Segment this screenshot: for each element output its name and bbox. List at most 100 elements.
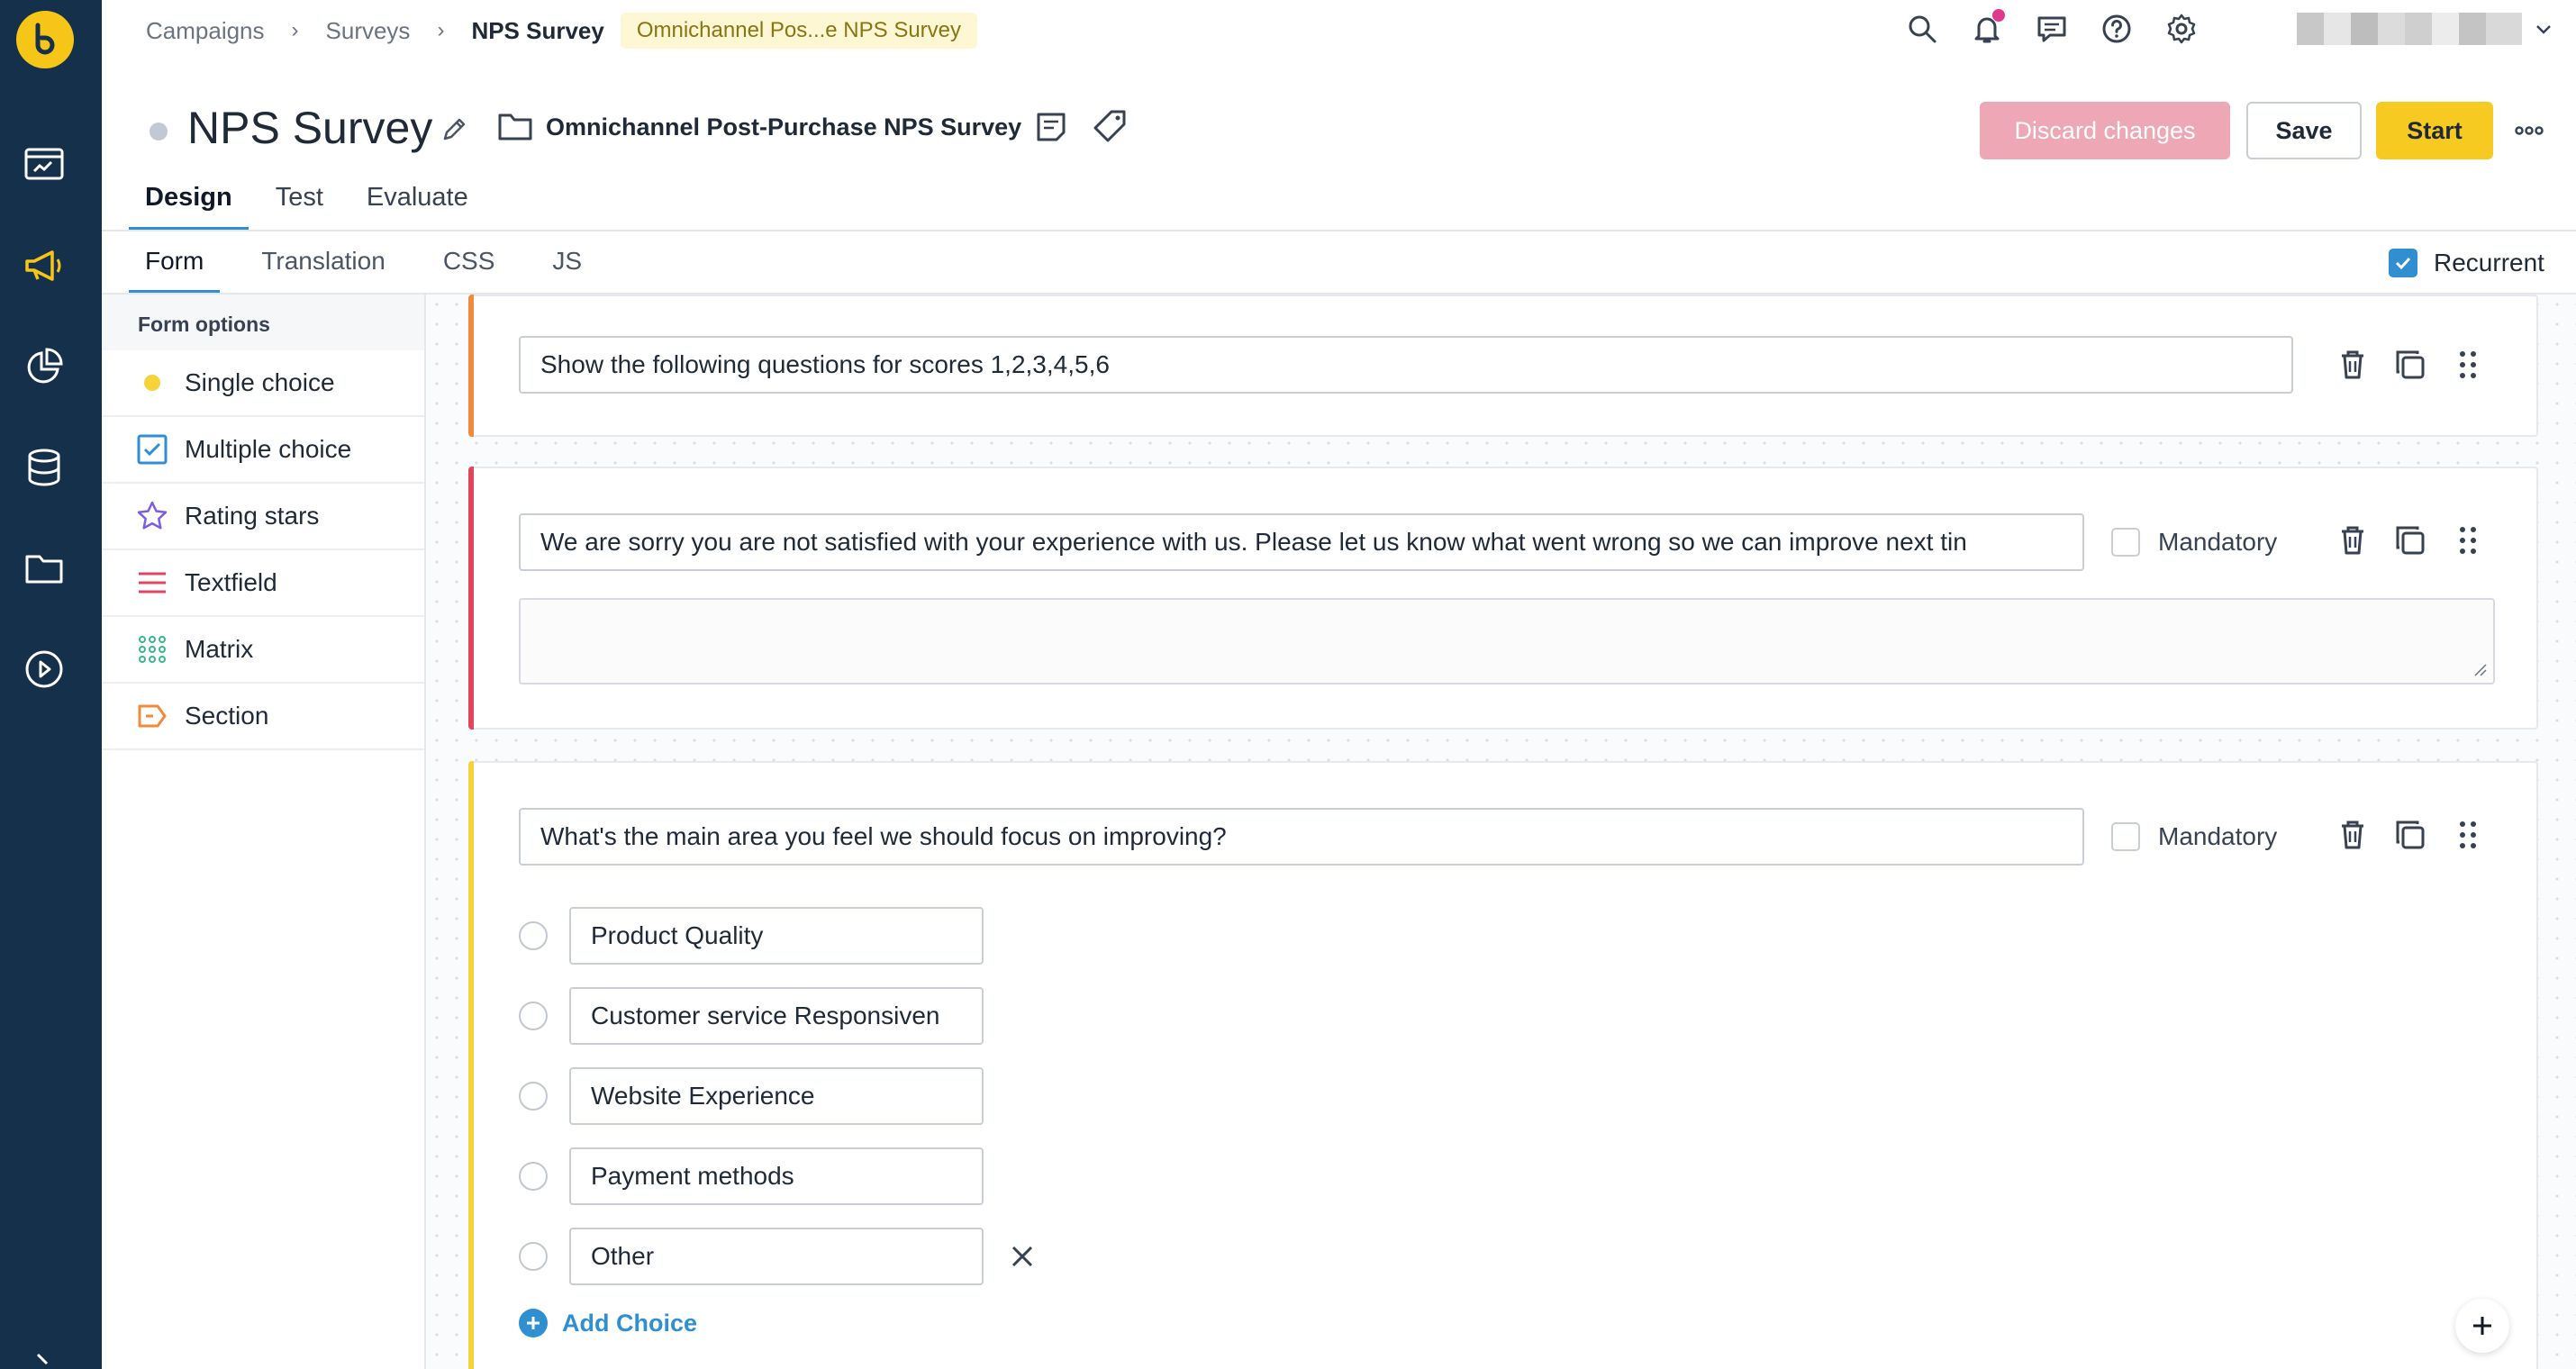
folder-name[interactable]: Omnichannel Post-Purchase NPS Survey xyxy=(546,110,1021,144)
logo-b-icon xyxy=(35,23,55,55)
pencil-icon[interactable] xyxy=(440,113,470,144)
choice-input[interactable]: Website Experience xyxy=(569,1067,984,1125)
form-options-panel: Form options Single choice Multiple choi… xyxy=(102,295,426,1369)
user-avatar[interactable] xyxy=(2297,13,2522,45)
left-nav-rail xyxy=(0,0,102,1369)
top-toolbar xyxy=(1906,9,2198,49)
mandatory-label: Mandatory xyxy=(2158,822,2278,850)
campaigns-megaphone-icon[interactable] xyxy=(22,243,67,288)
duplicate-icon[interactable] xyxy=(2392,347,2428,383)
card-accent xyxy=(468,761,474,1369)
option-label: Multiple choice xyxy=(185,435,352,463)
trash-icon[interactable] xyxy=(2335,817,2371,853)
option-label: Section xyxy=(185,702,269,730)
drag-handle-icon[interactable] xyxy=(2450,817,2486,853)
choice-input[interactable]: Other xyxy=(569,1228,984,1285)
drag-handle-icon[interactable] xyxy=(2450,522,2486,558)
option-rating-stars[interactable]: Rating stars xyxy=(102,484,424,550)
section-condition-input[interactable]: Show the following questions for scores … xyxy=(519,336,2293,394)
option-label: Rating stars xyxy=(185,502,320,530)
recurrent-toggle[interactable]: Recurrent xyxy=(2389,245,2544,281)
discard-changes-button[interactable]: Discard changes xyxy=(1980,102,2230,159)
option-textfield[interactable]: Textfield xyxy=(102,550,424,617)
start-button[interactable]: Start xyxy=(2376,102,2493,159)
subtab-js[interactable]: JS xyxy=(536,238,598,294)
subtab-css[interactable]: CSS xyxy=(427,238,512,294)
option-matrix[interactable]: Matrix xyxy=(102,617,424,684)
choice-radio[interactable] xyxy=(519,921,548,950)
mandatory-toggle[interactable]: Mandatory xyxy=(2111,819,2277,855)
tag-icon[interactable] xyxy=(1092,108,1128,144)
add-question-button[interactable] xyxy=(2455,1299,2509,1353)
recurrent-checkbox[interactable] xyxy=(2389,249,2417,277)
mandatory-label: Mandatory xyxy=(2158,528,2278,556)
chevron-down-icon[interactable] xyxy=(2533,18,2554,40)
tab-test[interactable]: Test xyxy=(259,177,340,231)
single-choice-dot-icon xyxy=(136,367,168,399)
card-accent xyxy=(468,467,474,730)
database-icon[interactable] xyxy=(22,445,67,490)
choice-input[interactable]: Customer service Responsiven xyxy=(569,987,984,1045)
choice-input[interactable]: Payment methods xyxy=(569,1147,984,1205)
main-tabs: Design Test Evaluate xyxy=(129,177,495,231)
chevron-right-icon: › xyxy=(437,18,445,42)
help-icon[interactable] xyxy=(2100,13,2133,45)
mandatory-checkbox[interactable] xyxy=(2111,528,2140,557)
recurrent-label: Recurrent xyxy=(2434,249,2544,277)
breadcrumb-surveys[interactable]: Surveys xyxy=(326,17,411,45)
question-input[interactable]: We are sorry you are not satisfied with … xyxy=(519,513,2084,571)
folder-icon[interactable] xyxy=(497,110,533,142)
choice-radio[interactable] xyxy=(519,1082,548,1111)
survey-name-pill: Omnichannel Pos...e NPS Survey xyxy=(620,13,978,49)
matrix-grid-icon xyxy=(136,633,168,666)
messages-icon[interactable] xyxy=(2036,13,2068,45)
plus-icon xyxy=(2473,1317,2491,1335)
section-tag-icon xyxy=(136,700,168,732)
expand-chevron-icon[interactable] xyxy=(31,1351,58,1369)
play-circle-icon[interactable] xyxy=(22,647,67,692)
question-input[interactable]: What's the main area you feel we should … xyxy=(519,808,2084,866)
drag-handle-icon[interactable] xyxy=(2450,347,2486,383)
choice-radio[interactable] xyxy=(519,1162,548,1191)
option-section[interactable]: Section xyxy=(102,684,424,750)
save-button[interactable]: Save xyxy=(2246,102,2362,159)
add-choice-button[interactable]: Add Choice xyxy=(519,1307,697,1339)
tabs-divider xyxy=(102,230,2576,231)
option-single-choice[interactable]: Single choice xyxy=(102,350,424,417)
mandatory-checkbox[interactable] xyxy=(2111,822,2140,851)
duplicate-icon[interactable] xyxy=(2392,522,2428,558)
trash-icon[interactable] xyxy=(2335,522,2371,558)
breadcrumb-current: NPS Survey xyxy=(471,16,604,44)
tab-design[interactable]: Design xyxy=(129,177,249,231)
notes-icon[interactable] xyxy=(1034,110,1068,144)
subtab-translation[interactable]: Translation xyxy=(245,238,401,294)
bell-icon[interactable] xyxy=(1971,9,2005,45)
trash-icon[interactable] xyxy=(2335,347,2371,383)
choice-radio[interactable] xyxy=(519,1002,548,1030)
mandatory-toggle[interactable]: Mandatory xyxy=(2111,524,2277,560)
answer-textarea-preview[interactable] xyxy=(519,598,2495,684)
more-options-icon[interactable] xyxy=(2513,117,2545,144)
add-choice-label: Add Choice xyxy=(562,1309,698,1337)
resize-handle-icon[interactable] xyxy=(2473,663,2488,677)
folder-icon[interactable] xyxy=(22,546,67,591)
option-label: Matrix xyxy=(185,635,254,663)
notification-dot xyxy=(1992,9,2005,22)
option-label: Single choice xyxy=(185,368,335,396)
brand-logo[interactable] xyxy=(16,11,74,68)
sub-tabs: Form Translation CSS JS xyxy=(129,238,623,294)
reports-pie-icon[interactable] xyxy=(22,344,67,389)
choice-input[interactable]: Product Quality xyxy=(569,907,984,965)
gear-icon[interactable] xyxy=(2165,13,2198,45)
option-multiple-choice[interactable]: Multiple choice xyxy=(102,417,424,484)
tab-evaluate[interactable]: Evaluate xyxy=(350,177,485,231)
choice-radio[interactable] xyxy=(519,1242,548,1271)
close-icon[interactable] xyxy=(1007,1241,1038,1272)
status-dot xyxy=(150,122,168,141)
duplicate-icon[interactable] xyxy=(2392,817,2428,853)
page-title: NPS Survey xyxy=(187,103,433,153)
search-icon[interactable] xyxy=(1906,13,1938,45)
subtab-form[interactable]: Form xyxy=(129,238,221,294)
dashboard-icon[interactable] xyxy=(22,142,67,187)
breadcrumb-campaigns[interactable]: Campaigns xyxy=(146,17,265,45)
